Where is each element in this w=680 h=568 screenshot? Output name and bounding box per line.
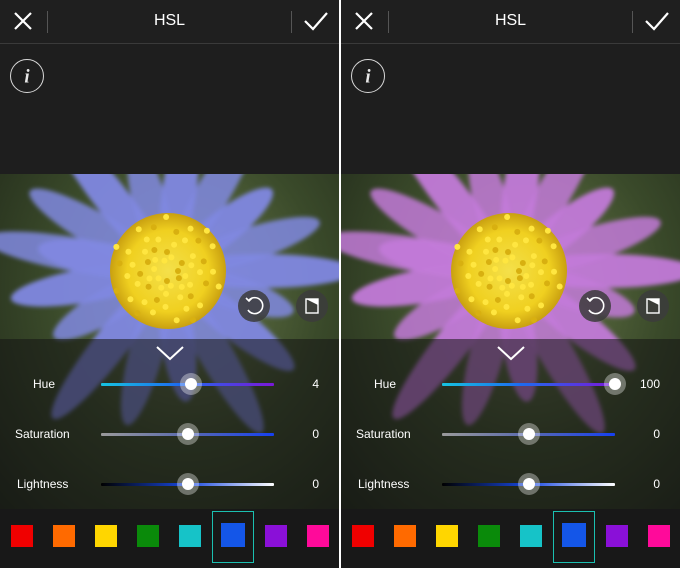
confirm-check-icon[interactable] xyxy=(644,10,670,32)
saturation-slider: Saturation 0 xyxy=(341,419,680,449)
slider-label: Hue xyxy=(374,377,397,391)
slider-value: 0 xyxy=(653,477,660,491)
color-swatch[interactable] xyxy=(562,523,586,547)
confirm-check-icon[interactable] xyxy=(303,10,329,32)
saturation-slider: Saturation 0 xyxy=(0,419,339,449)
slider-thumb[interactable] xyxy=(176,423,199,445)
color-swatch-bar xyxy=(0,509,339,568)
color-swatch[interactable] xyxy=(11,525,33,547)
hsl-panel-left: HSL i Hue 4 Saturation 0 Lightness 0 xyxy=(0,0,339,568)
color-swatch[interactable] xyxy=(307,525,329,547)
color-swatch[interactable] xyxy=(606,525,628,547)
undo-icon xyxy=(245,296,264,315)
svg-text:i: i xyxy=(24,67,30,88)
color-swatch[interactable] xyxy=(478,525,500,547)
color-swatch[interactable] xyxy=(436,525,458,547)
reset-button[interactable] xyxy=(579,290,611,322)
color-swatch[interactable] xyxy=(394,525,416,547)
slider-track[interactable] xyxy=(442,383,615,386)
slider-thumb[interactable] xyxy=(517,473,540,495)
color-swatch[interactable] xyxy=(520,525,542,547)
compare-button[interactable] xyxy=(637,290,669,322)
color-swatch[interactable] xyxy=(179,525,201,547)
slider-label: Saturation xyxy=(15,427,70,441)
chevron-down-icon[interactable] xyxy=(155,344,185,362)
chevron-down-icon[interactable] xyxy=(496,344,526,362)
screen-title: HSL xyxy=(153,12,186,29)
slider-thumb[interactable] xyxy=(517,423,540,445)
slider-label: Hue xyxy=(33,377,56,391)
hue-slider: Hue 4 xyxy=(0,369,339,399)
color-swatch[interactable] xyxy=(95,525,117,547)
color-swatch[interactable] xyxy=(352,525,374,547)
slider-label: Lightness xyxy=(358,477,410,491)
slider-value: 4 xyxy=(312,377,319,391)
slider-value: 0 xyxy=(312,427,319,441)
lightness-slider: Lightness 0 xyxy=(341,469,680,499)
reset-button[interactable] xyxy=(238,290,270,322)
slider-label: Lightness xyxy=(17,477,69,491)
svg-text:i: i xyxy=(365,67,371,88)
slider-value: 0 xyxy=(312,477,319,491)
divider xyxy=(632,11,633,33)
screen-title: HSL xyxy=(494,12,527,29)
slider-value: 100 xyxy=(639,377,660,391)
lightness-slider: Lightness 0 xyxy=(0,469,339,499)
slider-thumb[interactable] xyxy=(176,473,199,495)
color-swatch[interactable] xyxy=(137,525,159,547)
color-swatch[interactable] xyxy=(53,525,75,547)
compare-icon xyxy=(646,298,660,314)
top-bar: HSL xyxy=(341,0,680,44)
compare-icon xyxy=(305,298,319,314)
undo-icon xyxy=(586,296,605,315)
color-swatch[interactable] xyxy=(265,525,287,547)
hue-slider: Hue 100 xyxy=(341,369,680,399)
info-icon[interactable]: i xyxy=(10,59,44,93)
color-swatch-bar xyxy=(341,509,680,568)
slider-thumb[interactable] xyxy=(604,373,626,395)
slider-thumb[interactable] xyxy=(179,373,202,395)
slider-value: 0 xyxy=(653,427,660,441)
compare-button[interactable] xyxy=(296,290,328,322)
slider-label: Saturation xyxy=(356,427,411,441)
hsl-panel-right: HSL i Hue 100 Saturation 0 Lightness 0 xyxy=(341,0,680,568)
top-bar: HSL xyxy=(0,0,339,44)
color-swatch[interactable] xyxy=(221,523,245,547)
color-swatch[interactable] xyxy=(648,525,670,547)
divider xyxy=(291,11,292,33)
info-icon[interactable]: i xyxy=(351,59,385,93)
